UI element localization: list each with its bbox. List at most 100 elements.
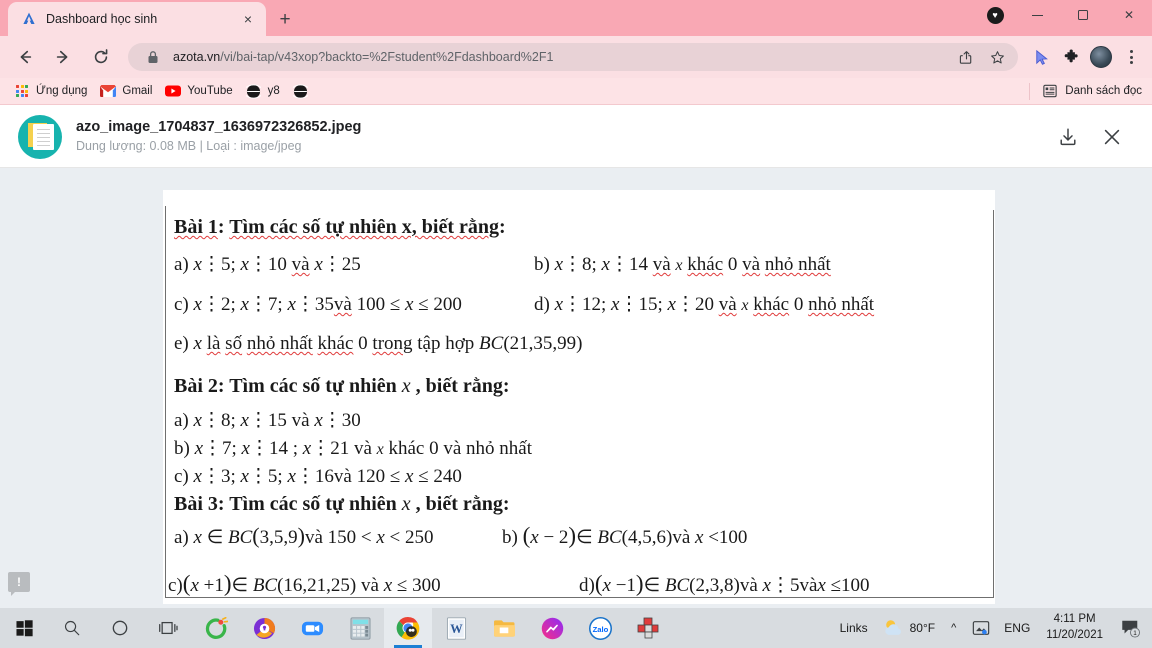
bookmark-label: Gmail [122, 85, 153, 97]
share-icon[interactable] [955, 46, 977, 68]
sun-cloud-icon [882, 617, 904, 639]
address-bar[interactable]: azota.vn/vi/bai-tap/v43xop?backto=%2Fstu… [128, 43, 1018, 71]
bookmark-star-icon[interactable] [986, 46, 1008, 68]
bai1-item-e: e) x là số nhỏ nhất khác 0 trong tập hợp… [174, 333, 583, 354]
cortana-circle-icon[interactable] [96, 608, 144, 648]
app-calculator[interactable] [336, 608, 384, 648]
links-label[interactable]: Links [833, 608, 875, 648]
system-tray: Links 80°F ^ ENG 4:11 PM 11/20/2021 1 [833, 608, 1152, 648]
image-file-icon [18, 114, 62, 159]
bai1-item-b: b) x⋮8; x⋮14 và x khác 0 và nhỏ nhất [534, 254, 831, 275]
bai1-item-c: c) x⋮2; x⋮7; x⋮35và 100 ≤ x ≤ 200 [174, 294, 462, 315]
bai3-heading: Bài 3: Tìm các số tự nhiên x , biết rằng… [174, 493, 510, 515]
close-icon[interactable] [1090, 115, 1134, 159]
windows-taskbar: W Zalo Links 80°F ^ ENG 4:11 PM 11/20/20… [0, 608, 1152, 648]
app-chrome[interactable] [384, 608, 432, 648]
close-icon[interactable]: × [238, 9, 258, 29]
app-messenger[interactable] [528, 608, 576, 648]
bai2-item-c: c) x⋮3; x⋮5; x⋮16và 120 ≤ x ≤ 240 [174, 466, 462, 487]
weather-temp: 80°F [909, 621, 936, 635]
window-controls: ♥ ✕ [976, 0, 1152, 36]
tray-expand-chevron-icon[interactable]: ^ [942, 608, 965, 648]
file-header-bar: azo_image_1704837_1636972326852.jpeg Dun… [0, 106, 1152, 168]
bai1-item-d: d) x⋮12; x⋮15; x⋮20 và x khác 0 nhỏ nhất [534, 294, 875, 315]
onedrive-icon[interactable] [965, 608, 997, 648]
lock-icon [142, 46, 164, 68]
bookmark-apps[interactable]: Ứng dụng [10, 80, 96, 102]
youtube-icon [165, 83, 182, 99]
bookmark-globe[interactable] [289, 80, 324, 102]
notification-icon[interactable]: 1 [1112, 608, 1148, 648]
bai1-item-a: a) x⋮5; x⋮10 và x⋮25 [174, 254, 361, 275]
bookmark-youtube[interactable]: YouTube [161, 80, 241, 102]
notification-count: 1 [1133, 630, 1137, 637]
bai2-heading: Bài 2: Tìm các số tự nhiên x , biết rằng… [174, 375, 510, 397]
download-icon[interactable] [1046, 115, 1090, 159]
bookmark-y8[interactable]: y8 [242, 80, 289, 102]
image-viewer[interactable]: Bài 1: Tìm các số tự nhiên x, biết rằng:… [0, 168, 1152, 608]
bai3-item-a: a) x ∈ BC(3,5,9)và 150 < x < 250 [174, 523, 434, 548]
bai3-item-d: d)(x −1)∈ BC(2,3,8)và x⋮5vàx ≤100 [579, 571, 870, 596]
url-path: /vi/bai-tap/v43xop?backto=%2Fstudent%2Fd… [220, 50, 554, 64]
heart-icon[interactable]: ♥ [976, 0, 1014, 30]
bai2-item-a: a) x⋮8; x⋮15 và x⋮30 [174, 410, 361, 431]
folder-icon [492, 616, 516, 640]
app-word[interactable]: W [432, 608, 480, 648]
tab-strip-empty-area [298, 0, 976, 36]
zalo-icon: Zalo [588, 616, 612, 640]
bai3-item-c: c)(x +1)∈ BC(16,21,25) và x ≤ 300 [168, 571, 441, 596]
bai3-item-b: b) (x − 2)∈ BC(4,5,6)và x <100 [502, 523, 748, 548]
reload-icon[interactable] [85, 41, 117, 73]
language-indicator[interactable]: ENG [997, 608, 1037, 648]
feedback-badge-icon[interactable]: ! [8, 572, 30, 596]
puzzle-icon[interactable] [1056, 42, 1086, 72]
reading-list-icon [1042, 83, 1058, 99]
coccoc-icon [204, 616, 228, 640]
bookmark-label: Ứng dụng [36, 85, 88, 97]
file-subtitle: Dung lượng: 0.08 MB | Loại : image/jpeg [76, 138, 302, 153]
app-zalo[interactable]: Zalo [576, 608, 624, 648]
app-zoom[interactable] [288, 608, 336, 648]
browser-menu-icon[interactable] [1116, 42, 1146, 72]
url-domain: azota.vn [173, 50, 221, 64]
forward-icon[interactable] [47, 41, 79, 73]
calculator-icon [348, 616, 372, 640]
search-icon[interactable] [48, 608, 96, 648]
window-close-button[interactable]: ✕ [1106, 0, 1152, 30]
task-view-icon[interactable] [144, 608, 192, 648]
browser-tab-title: Dashboard học sinh [46, 12, 158, 26]
browser-tab[interactable]: Dashboard học sinh × [8, 2, 266, 36]
app-coccoc[interactable] [192, 608, 240, 648]
bookmark-gmail[interactable]: Gmail [96, 80, 161, 102]
app-avast-browser[interactable] [240, 608, 288, 648]
new-tab-button[interactable]: + [272, 6, 298, 32]
bookmark-label: YouTube [187, 85, 233, 97]
clock-time: 4:11 PM [1053, 613, 1096, 626]
reading-list-button[interactable]: Danh sách đọc [1029, 82, 1142, 100]
svg-text:Zalo: Zalo [592, 624, 608, 633]
bookmark-label: y8 [267, 85, 280, 97]
unikey-icon [636, 616, 660, 640]
apps-grid-icon [14, 83, 30, 99]
azota-logo-icon [20, 11, 37, 28]
minimize-button[interactable] [1014, 0, 1060, 30]
cursor-icon[interactable] [1026, 42, 1056, 72]
bai2-item-b: b) x⋮7; x⋮14 ; x⋮21 và x khác 0 và nhỏ n… [174, 438, 533, 459]
zoom-icon [300, 616, 324, 640]
bookmarks-bar: Ứng dụng Gmail YouTube y8 Danh sách đọc [0, 78, 1152, 105]
avatar[interactable] [1086, 42, 1116, 72]
browser-tab-strip: Dashboard học sinh × + ♥ ✕ [0, 0, 1152, 36]
start-button[interactable] [0, 608, 48, 648]
messenger-icon [540, 616, 564, 640]
address-bar-text: azota.vn/vi/bai-tap/v43xop?backto=%2Fstu… [173, 50, 946, 64]
word-icon: W [444, 616, 468, 640]
app-unikey[interactable] [624, 608, 672, 648]
bai1-heading: Bài 1: Tìm các số tự nhiên x, biết rằng: [174, 216, 506, 238]
svg-text:W: W [450, 621, 463, 635]
maximize-button[interactable] [1060, 0, 1106, 30]
globe-icon [293, 83, 309, 99]
weather-widget[interactable]: 80°F [875, 608, 942, 648]
app-file-explorer[interactable] [480, 608, 528, 648]
back-icon[interactable] [9, 41, 41, 73]
clock[interactable]: 4:11 PM 11/20/2021 [1037, 608, 1112, 648]
